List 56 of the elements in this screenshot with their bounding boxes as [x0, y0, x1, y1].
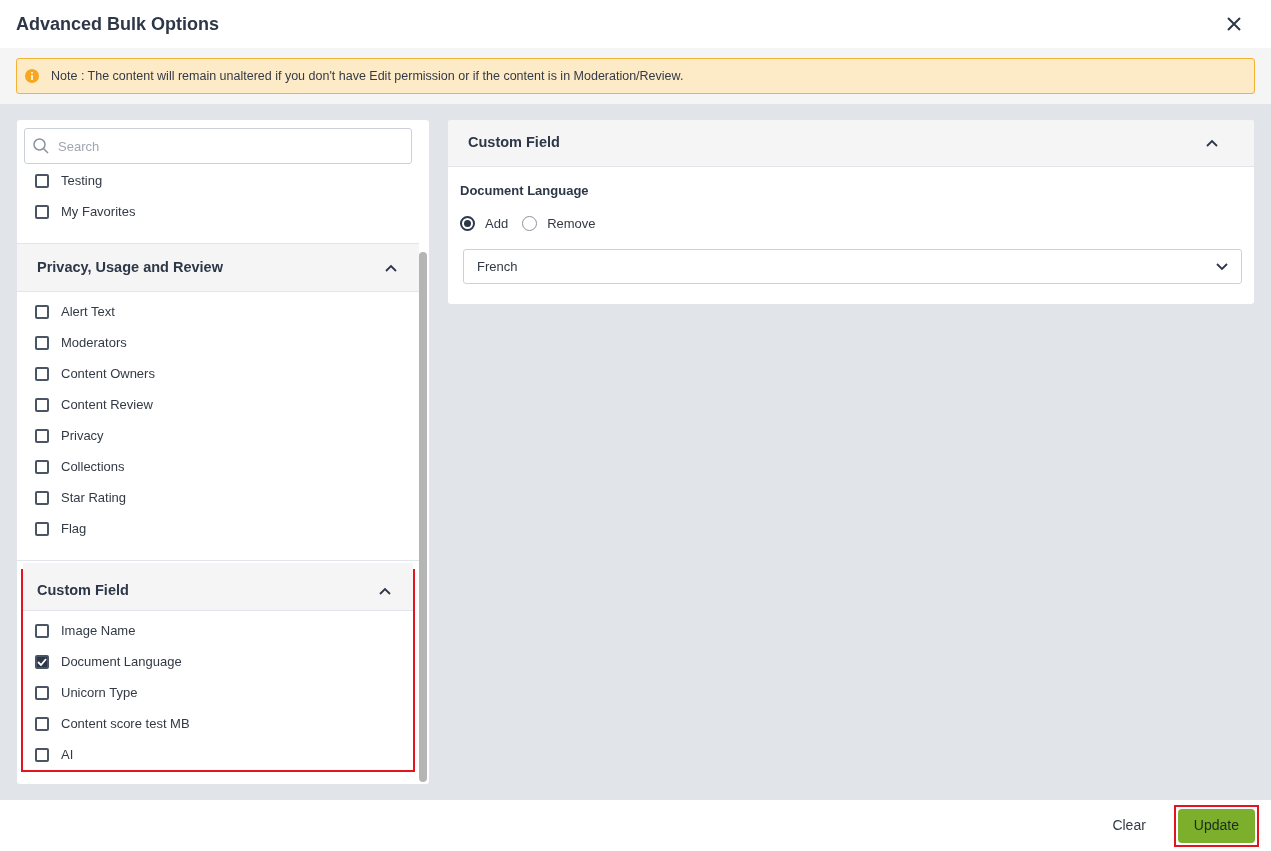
checkbox[interactable]	[35, 623, 49, 638]
radio-button[interactable]	[460, 215, 475, 231]
checkbox-label: Testing	[61, 171, 103, 190]
checkbox[interactable]	[35, 747, 49, 762]
checkbox-label: AI	[61, 745, 74, 764]
info-icon	[25, 69, 39, 83]
radio-button[interactable]	[522, 215, 538, 231]
checkbox[interactable]	[35, 204, 49, 219]
checkbox[interactable]	[35, 335, 49, 350]
chevron-icon[interactable]	[385, 263, 397, 272]
panel-header[interactable]: Custom Field	[448, 120, 1254, 167]
checkbox[interactable]	[35, 716, 49, 731]
scrollbar-thumb[interactable]	[419, 252, 427, 782]
checkbox-label: Flag	[61, 519, 87, 538]
checkmark-icon	[37, 657, 47, 666]
field-label: Document Language	[460, 182, 590, 200]
checkbox[interactable]	[35, 490, 49, 505]
chevron-down-icon	[1216, 262, 1228, 271]
checkbox-label: Content score test MB	[61, 714, 190, 733]
checkbox[interactable]	[35, 521, 49, 536]
checkbox-label: Document Language	[61, 652, 182, 671]
chevron-icon[interactable]	[379, 586, 391, 595]
radio-label: Add	[485, 214, 509, 233]
checkbox[interactable]	[35, 304, 49, 319]
search-field[interactable]: Search	[24, 128, 412, 164]
checkbox[interactable]	[35, 366, 49, 381]
close-icon[interactable]	[1227, 17, 1241, 31]
checkbox-label: Collections	[61, 457, 125, 476]
clear-button[interactable]: Clear	[1108, 808, 1150, 843]
update-button[interactable]: Update	[1177, 808, 1255, 843]
checkbox[interactable]	[35, 654, 49, 669]
checkbox-label: Star Rating	[61, 488, 127, 507]
checkbox[interactable]	[35, 685, 49, 700]
radio-label: Remove	[547, 214, 596, 233]
section-title: Custom Field	[37, 580, 129, 600]
section-header[interactable]: Privacy, Usage and Review	[17, 244, 419, 292]
checkbox-label: Image Name	[61, 621, 136, 640]
checkbox-label: Privacy	[61, 426, 104, 445]
checkbox-label: Moderators	[61, 333, 127, 352]
checkbox[interactable]	[35, 459, 49, 474]
section-header[interactable]: Custom Field	[23, 563, 413, 611]
checkbox-label: Unicorn Type	[61, 683, 138, 702]
note-text: Note : The content will remain unaltered if you don't have Edit permission or if the content is in Moderation/Review.	[51, 67, 684, 85]
checkbox-label: Alert Text	[61, 302, 115, 321]
search-icon	[33, 138, 49, 154]
checkbox[interactable]	[35, 428, 49, 443]
panel-title: Custom Field	[468, 133, 560, 153]
checkbox[interactable]	[35, 173, 49, 188]
checkbox[interactable]	[35, 397, 49, 412]
chevron-icon[interactable]	[1206, 139, 1218, 147]
section-title: Privacy, Usage and Review	[37, 257, 223, 277]
dialog-title: Advanced Bulk Options	[16, 12, 220, 36]
checkbox-label: Content Owners	[61, 364, 155, 383]
checkbox-label: My Favorites	[61, 202, 136, 221]
language-select[interactable]: French	[463, 249, 1242, 284]
checkbox-label: Content Review	[61, 395, 153, 414]
